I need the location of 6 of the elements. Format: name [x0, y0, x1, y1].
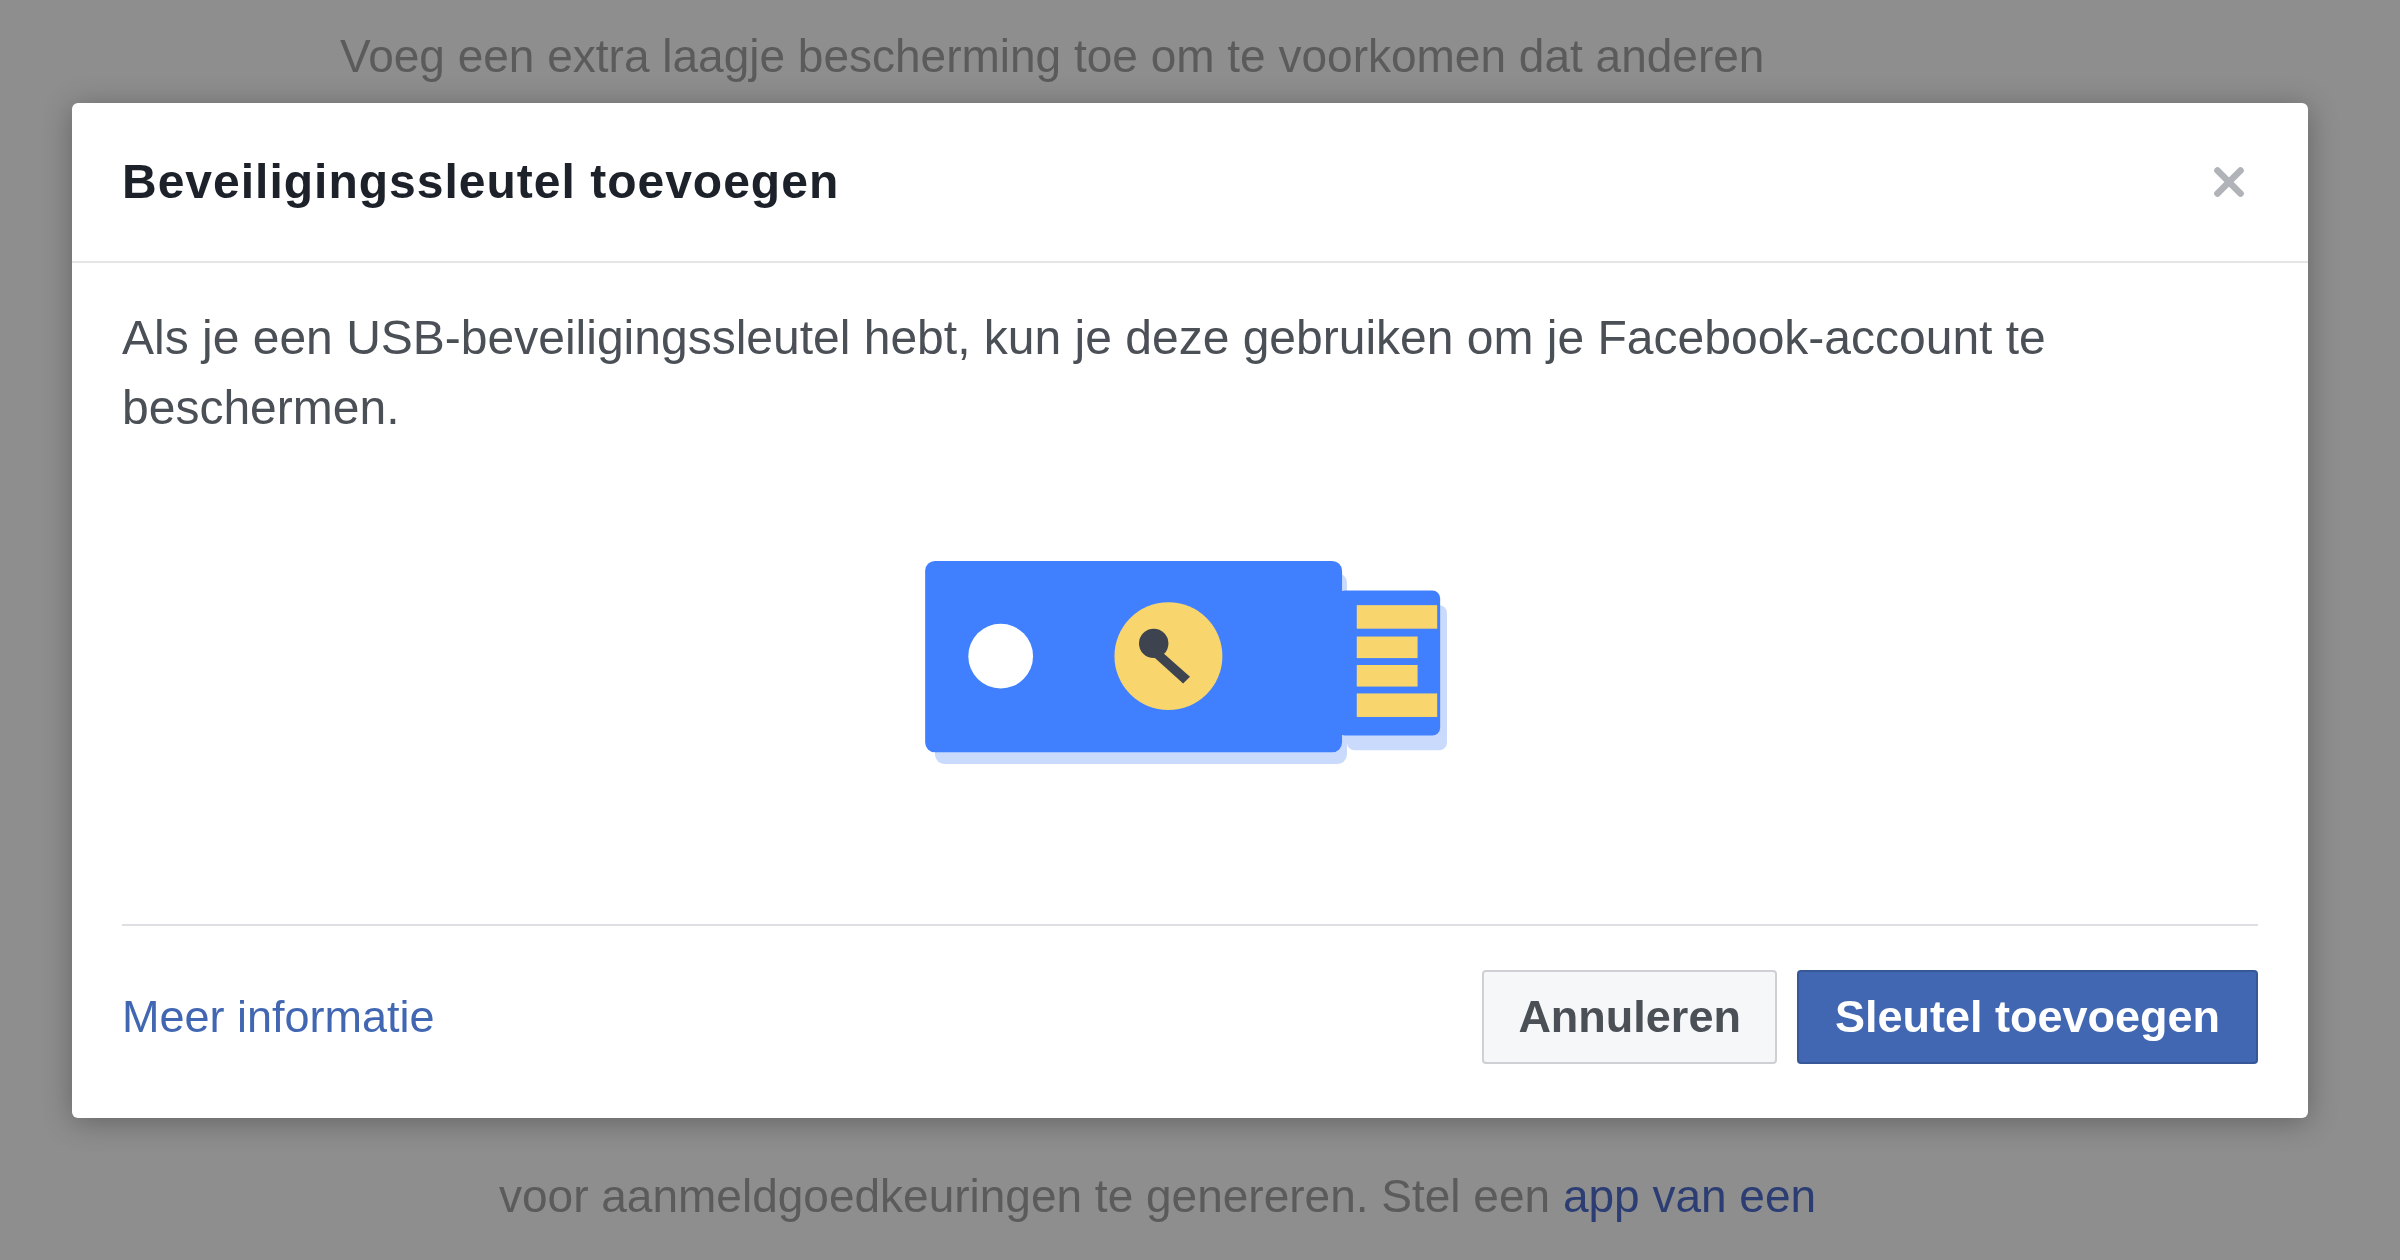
- cancel-button[interactable]: Annuleren: [1482, 970, 1777, 1064]
- dialog-title: Beveiligingssleutel toevoegen: [122, 154, 840, 210]
- add-key-button[interactable]: Sleutel toevoegen: [1796, 970, 2258, 1064]
- dialog-description: Als je een USB-beveiligingssleutel hebt, kun je deze gebruiken om je Facebook-account te beschermen.: [122, 310, 2047, 436]
- more-info-link[interactable]: Meer informatie: [122, 983, 435, 1051]
- background-link[interactable]: app van een: [1562, 1170, 1817, 1222]
